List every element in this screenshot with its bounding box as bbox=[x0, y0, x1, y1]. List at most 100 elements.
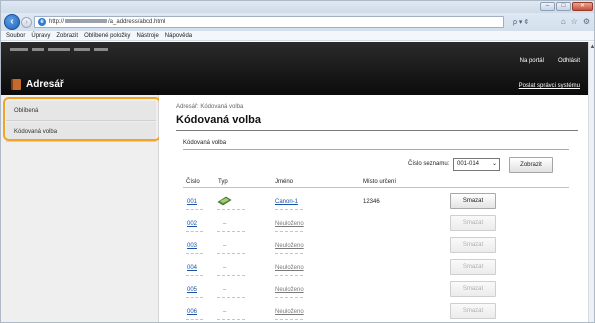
main-content: Adresář: Kódovaná volba Kódovaná volba K… bbox=[159, 95, 588, 322]
chevron-down-icon: ⌄ bbox=[491, 161, 497, 167]
table-row: 004 – Neuloženo Smazat bbox=[159, 258, 588, 278]
address-tools[interactable]: ρ ▾ ¢ bbox=[513, 18, 528, 26]
header-links: Na portál Odhlásit bbox=[520, 58, 580, 64]
column-header-name: Jméno bbox=[275, 179, 294, 185]
address-bar[interactable]: e http:///a_address/abcd.html bbox=[34, 16, 504, 28]
show-button[interactable]: Zobrazit bbox=[509, 157, 553, 173]
entry-name-link[interactable]: Neuloženo bbox=[275, 265, 304, 271]
column-header-number: Číslo bbox=[186, 179, 200, 185]
type-empty: – bbox=[223, 287, 227, 293]
table-header-divider bbox=[183, 187, 569, 188]
delete-button[interactable]: Smazat bbox=[450, 193, 496, 209]
entry-number-link[interactable]: 006 bbox=[187, 309, 197, 315]
header-redacted-text bbox=[10, 48, 108, 51]
entry-name-link[interactable]: Canon-1 bbox=[275, 199, 298, 205]
delete-button: Smazat bbox=[450, 281, 496, 297]
logout-link[interactable]: Odhlásit bbox=[558, 58, 580, 64]
row-underline bbox=[217, 209, 245, 210]
menu-tools[interactable]: Nástroje bbox=[136, 31, 158, 40]
delete-button: Smazat bbox=[450, 303, 496, 319]
row-underline bbox=[186, 231, 203, 232]
vertical-scrollbar[interactable]: ▲ bbox=[588, 42, 594, 322]
type-empty: – bbox=[223, 309, 227, 315]
table-row: 003 – Neuloženo Smazat bbox=[159, 236, 588, 256]
maximize-button[interactable]: □ bbox=[556, 2, 571, 11]
row-underline bbox=[217, 297, 245, 298]
menu-file[interactable]: Soubor bbox=[6, 31, 25, 40]
favorites-star-icon[interactable]: ☆ bbox=[571, 17, 578, 26]
entry-name-link[interactable]: Neuloženo bbox=[275, 243, 304, 249]
home-icon[interactable]: ⌂ bbox=[561, 17, 566, 26]
sidebar: Oblíbená Kódovaná volba bbox=[1, 95, 159, 322]
address-book-icon bbox=[11, 79, 21, 90]
close-window-button[interactable]: ✕ bbox=[572, 2, 593, 11]
header-title: Adresář bbox=[26, 79, 64, 90]
menu-view[interactable]: Zobrazit bbox=[56, 31, 78, 40]
page-header: Adresář Na portál Odhlásit Poslat správc… bbox=[1, 42, 588, 95]
entry-name-link[interactable]: Neuloženo bbox=[275, 221, 304, 227]
fax-icon bbox=[217, 196, 232, 206]
entry-name-link[interactable]: Neuloženo bbox=[275, 309, 304, 315]
page-title: Kódovaná volba bbox=[176, 114, 261, 126]
row-underline bbox=[186, 319, 203, 320]
forward-arrow-icon[interactable]: › bbox=[21, 17, 32, 28]
entry-number-link[interactable]: 002 bbox=[187, 221, 197, 227]
row-underline bbox=[186, 209, 203, 210]
entry-number-link[interactable]: 001 bbox=[187, 199, 197, 205]
delete-button: Smazat bbox=[450, 259, 496, 275]
navigation-bar: ‹ › e http:///a_address/abcd.html ρ ▾ ¢ … bbox=[1, 13, 594, 31]
row-underline bbox=[186, 297, 203, 298]
table-row: 005 – Neuloženo Smazat bbox=[159, 280, 588, 300]
menu-edit[interactable]: Úpravy bbox=[31, 31, 50, 40]
row-underline bbox=[186, 275, 203, 276]
section-title: Kódovaná volba bbox=[183, 140, 227, 146]
row-underline bbox=[217, 275, 245, 276]
entry-name-link[interactable]: Neuloženo bbox=[275, 287, 304, 293]
delete-button: Smazat bbox=[450, 237, 496, 253]
address-url: http:///a_address/abcd.html bbox=[49, 19, 166, 25]
type-empty: – bbox=[223, 243, 227, 249]
minimize-button[interactable]: – bbox=[540, 2, 555, 11]
title-divider bbox=[176, 130, 578, 131]
browser-window: – □ ✕ ‹ › e http:///a_address/abcd.html … bbox=[0, 0, 595, 323]
row-underline bbox=[275, 275, 303, 276]
entry-number-link[interactable]: 004 bbox=[187, 265, 197, 271]
entry-number-link[interactable]: 003 bbox=[187, 243, 197, 249]
row-underline bbox=[186, 253, 203, 254]
column-header-type: Typ bbox=[218, 179, 228, 185]
ie-page-icon: e bbox=[38, 18, 46, 26]
delete-button: Smazat bbox=[450, 215, 496, 231]
row-underline bbox=[217, 253, 245, 254]
row-underline bbox=[217, 319, 245, 320]
portal-link[interactable]: Na portál bbox=[520, 58, 544, 64]
table-row: 002 – Neuloženo Smazat bbox=[159, 214, 588, 234]
table-row: 001 Canon-1 12346 Smazat bbox=[159, 192, 588, 212]
menu-help[interactable]: Nápověda bbox=[165, 31, 192, 40]
row-underline bbox=[275, 253, 303, 254]
row-underline bbox=[275, 231, 303, 232]
title-bar: – □ ✕ bbox=[1, 1, 594, 13]
type-empty: – bbox=[223, 265, 227, 271]
admin-mail-link[interactable]: Poslat správci systému bbox=[519, 83, 580, 89]
column-header-destination: Místo určení bbox=[363, 179, 397, 185]
menu-bar: Soubor Úpravy Zobrazit Oblíbené položky … bbox=[1, 31, 594, 41]
type-empty: – bbox=[223, 221, 227, 227]
list-number-select[interactable]: 001-014 ⌄ bbox=[453, 158, 500, 171]
entry-number-link[interactable]: 005 bbox=[187, 287, 197, 293]
window-controls: – □ ✕ bbox=[540, 2, 593, 11]
back-arrow-icon[interactable]: ‹ bbox=[4, 14, 20, 30]
browser-toolbar-icons: ⌂ ☆ ⚙ bbox=[561, 17, 590, 26]
breadcrumb: Adresář: Kódovaná volba bbox=[176, 104, 244, 110]
table-row: 006 – Neuloženo Smazat bbox=[159, 302, 588, 322]
scroll-up-icon[interactable]: ▲ bbox=[589, 44, 594, 50]
section-divider bbox=[183, 149, 569, 150]
list-number-label: Číslo seznamu: bbox=[408, 161, 450, 167]
row-underline bbox=[217, 231, 245, 232]
sidebar-item-favorites[interactable]: Oblíbená bbox=[6, 101, 156, 121]
menu-favorites[interactable]: Oblíbené položky bbox=[84, 31, 130, 40]
entry-destination: 12346 bbox=[363, 199, 380, 205]
settings-gear-icon[interactable]: ⚙ bbox=[583, 17, 590, 26]
list-number-value: 001-014 bbox=[457, 161, 480, 167]
row-underline bbox=[275, 297, 303, 298]
sidebar-item-coded-dial[interactable]: Kódovaná volba bbox=[6, 122, 156, 142]
